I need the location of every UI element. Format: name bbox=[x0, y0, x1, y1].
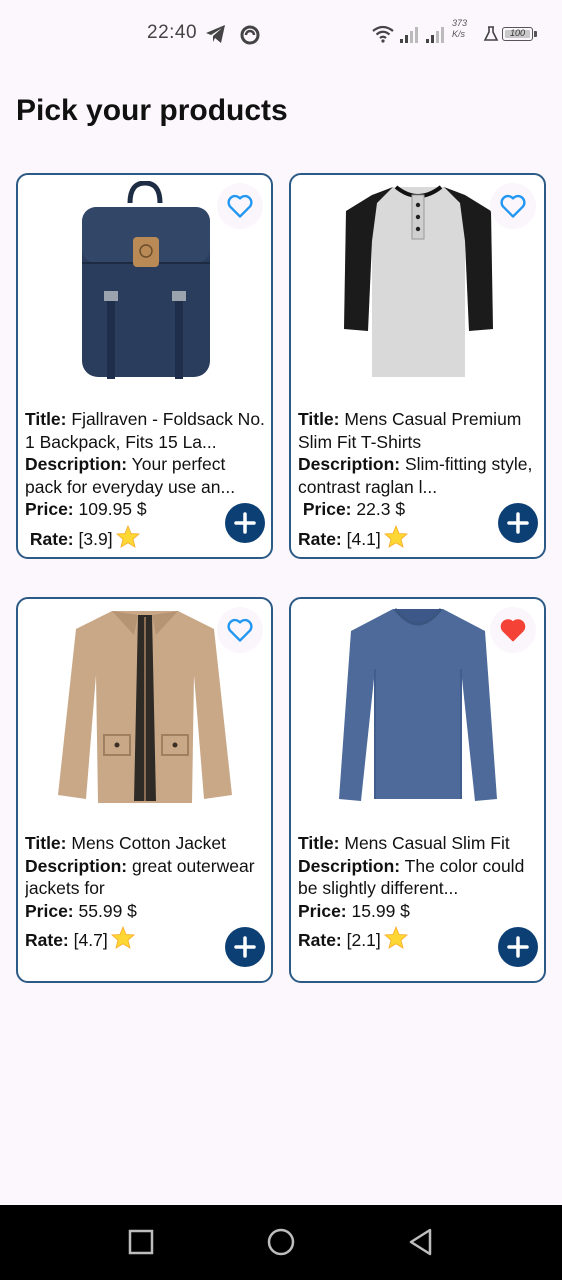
product-description: Description: Slim-fitting style, contras… bbox=[298, 454, 533, 497]
telegram-icon bbox=[206, 25, 225, 43]
star-icon bbox=[110, 926, 135, 949]
star-icon bbox=[383, 524, 408, 548]
product-card[interactable]: Title: Mens Casual Slim Fit Description:… bbox=[289, 597, 546, 983]
recents-button[interactable] bbox=[126, 1227, 156, 1257]
product-description: Description: Your perfect pack for every… bbox=[25, 454, 236, 497]
sync-icon bbox=[240, 25, 260, 45]
product-card[interactable]: Title: Mens Casual Premium Slim Fit T-Sh… bbox=[289, 173, 546, 559]
network-speed: 373 K/s bbox=[452, 18, 468, 39]
product-price: Price: 55.99 $ bbox=[25, 900, 137, 921]
plus-icon bbox=[234, 512, 256, 534]
product-card[interactable]: Title: Fjallraven - Foldsack No. 1 Backp… bbox=[16, 173, 273, 559]
product-title: Title: Mens Casual Premium Slim Fit T-Sh… bbox=[298, 409, 522, 452]
signal-2-icon bbox=[426, 27, 444, 43]
heart-outline-icon bbox=[500, 194, 526, 218]
home-button[interactable] bbox=[266, 1227, 296, 1257]
product-title: Title: Mens Cotton Jacket bbox=[25, 833, 227, 853]
product-title: Title: Fjallraven - Foldsack No. 1 Backp… bbox=[25, 409, 265, 452]
favorite-button[interactable] bbox=[217, 607, 263, 653]
heart-outline-icon bbox=[227, 618, 253, 642]
flask-icon bbox=[483, 26, 499, 41]
add-to-cart-button[interactable] bbox=[225, 503, 265, 543]
product-card[interactable]: Title: Mens Cotton Jacket Description: g… bbox=[16, 597, 273, 983]
plus-icon bbox=[507, 936, 529, 958]
status-bar: 22:40 373 K/s 100 bbox=[0, 0, 562, 64]
wifi-icon bbox=[372, 25, 394, 43]
back-button[interactable] bbox=[406, 1227, 436, 1257]
heart-filled-icon bbox=[500, 619, 526, 642]
favorite-button[interactable] bbox=[217, 183, 263, 229]
plus-icon bbox=[507, 512, 529, 534]
star-icon bbox=[383, 926, 408, 949]
product-image bbox=[18, 599, 271, 824]
product-title: Title: Mens Casual Slim Fit bbox=[298, 833, 510, 853]
plus-icon bbox=[234, 936, 256, 958]
product-image bbox=[291, 599, 544, 824]
product-description: Description: great outerwear jackets for bbox=[25, 855, 255, 899]
status-time: 22:40 bbox=[147, 22, 198, 43]
navigation-bar bbox=[0, 1205, 562, 1280]
product-image bbox=[291, 175, 544, 400]
add-to-cart-button[interactable] bbox=[498, 503, 538, 543]
battery-icon: 100 bbox=[502, 27, 537, 41]
favorite-button[interactable] bbox=[490, 607, 536, 653]
product-description: Description: The color could be slightly… bbox=[298, 855, 525, 899]
signal-icon bbox=[400, 27, 418, 43]
page-title: Pick your products bbox=[16, 94, 288, 127]
star-icon bbox=[115, 524, 140, 548]
heart-outline-icon bbox=[227, 194, 253, 218]
favorite-button[interactable] bbox=[490, 183, 536, 229]
product-price: Price: 15.99 $ bbox=[298, 900, 410, 921]
add-to-cart-button[interactable] bbox=[225, 927, 265, 967]
add-to-cart-button[interactable] bbox=[498, 927, 538, 967]
product-image bbox=[18, 175, 271, 400]
